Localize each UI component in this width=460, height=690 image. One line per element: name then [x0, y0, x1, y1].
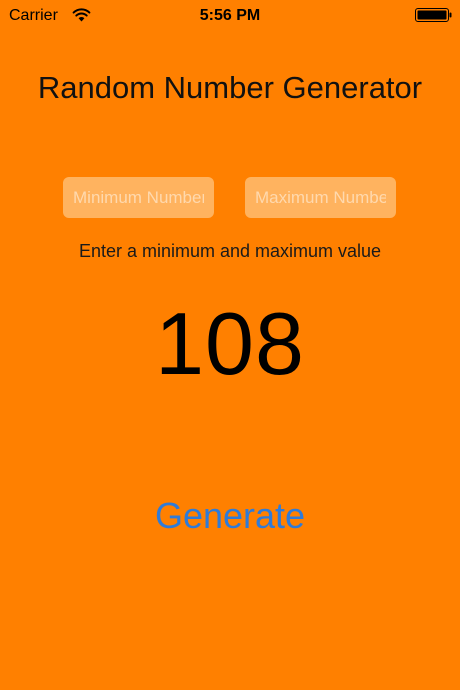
status-time: 5:56 PM [199, 7, 261, 24]
instructions-label: Enter a minimum and maximum value [78, 241, 382, 261]
maximum-number-input[interactable] [245, 177, 396, 218]
status-bar: Carrier 5:56 PM [0, 0, 460, 32]
random-number-result: 108 [155, 294, 305, 393]
page-title: Random Number Generator [37, 70, 423, 105]
battery-icon [415, 8, 452, 22]
minimum-number-input[interactable] [63, 177, 214, 218]
generate-button[interactable]: Generate [130, 490, 330, 542]
